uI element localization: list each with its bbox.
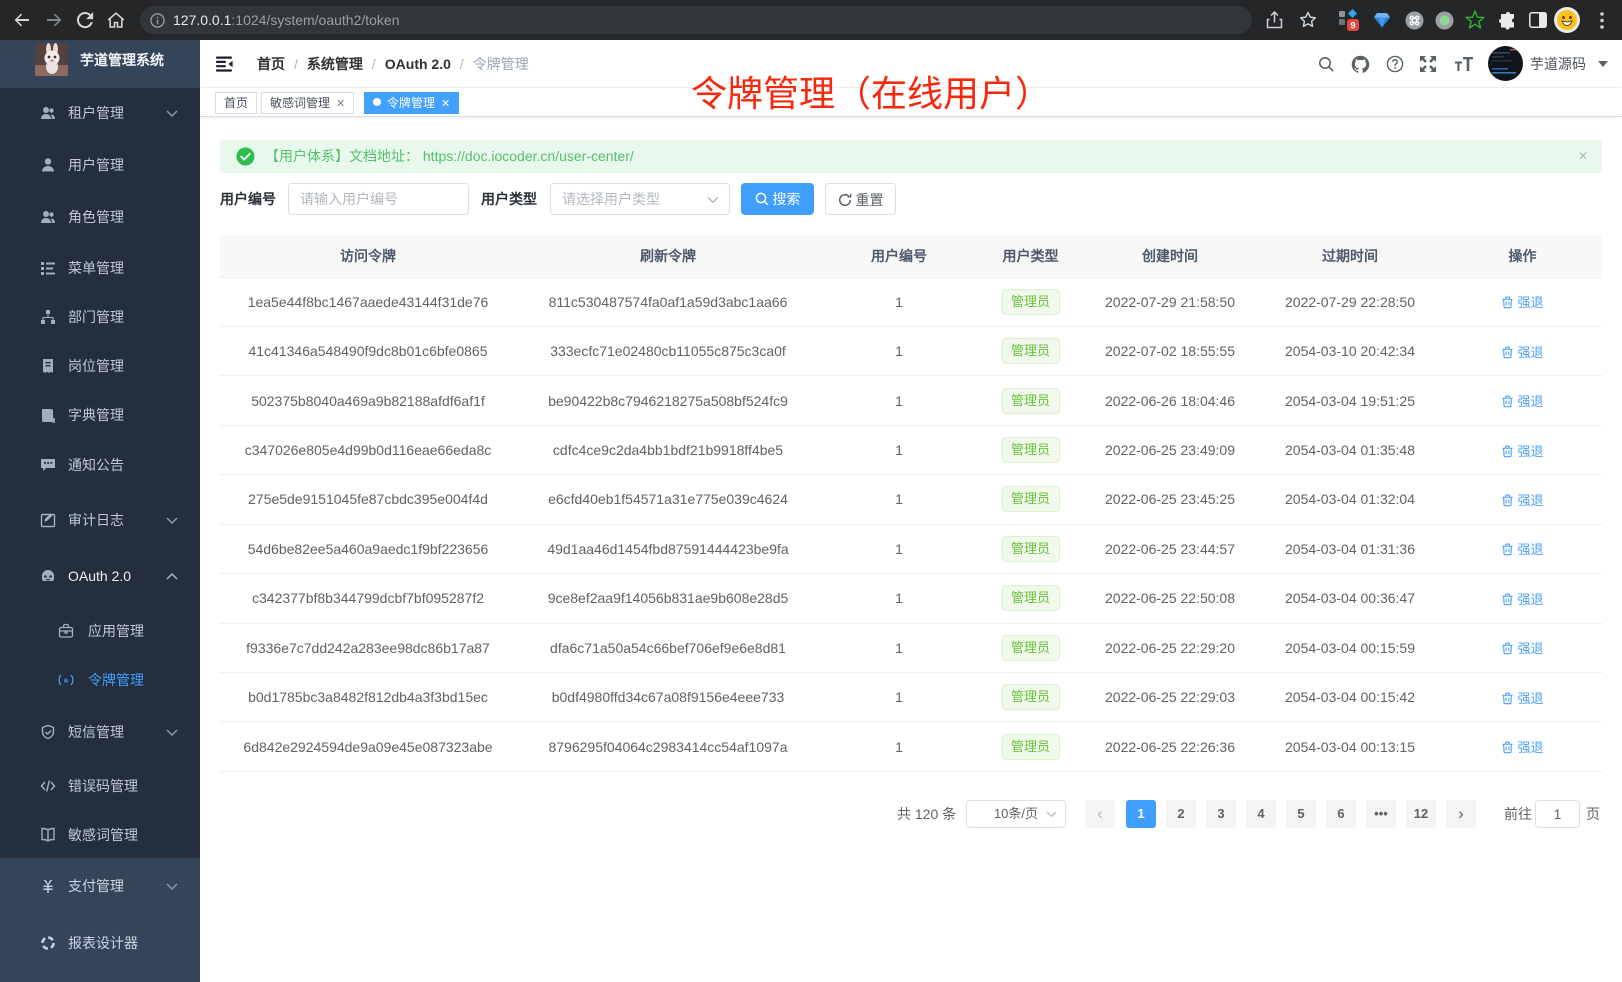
svg-text:a: a — [64, 676, 69, 685]
svg-text:9: 9 — [1350, 21, 1355, 32]
